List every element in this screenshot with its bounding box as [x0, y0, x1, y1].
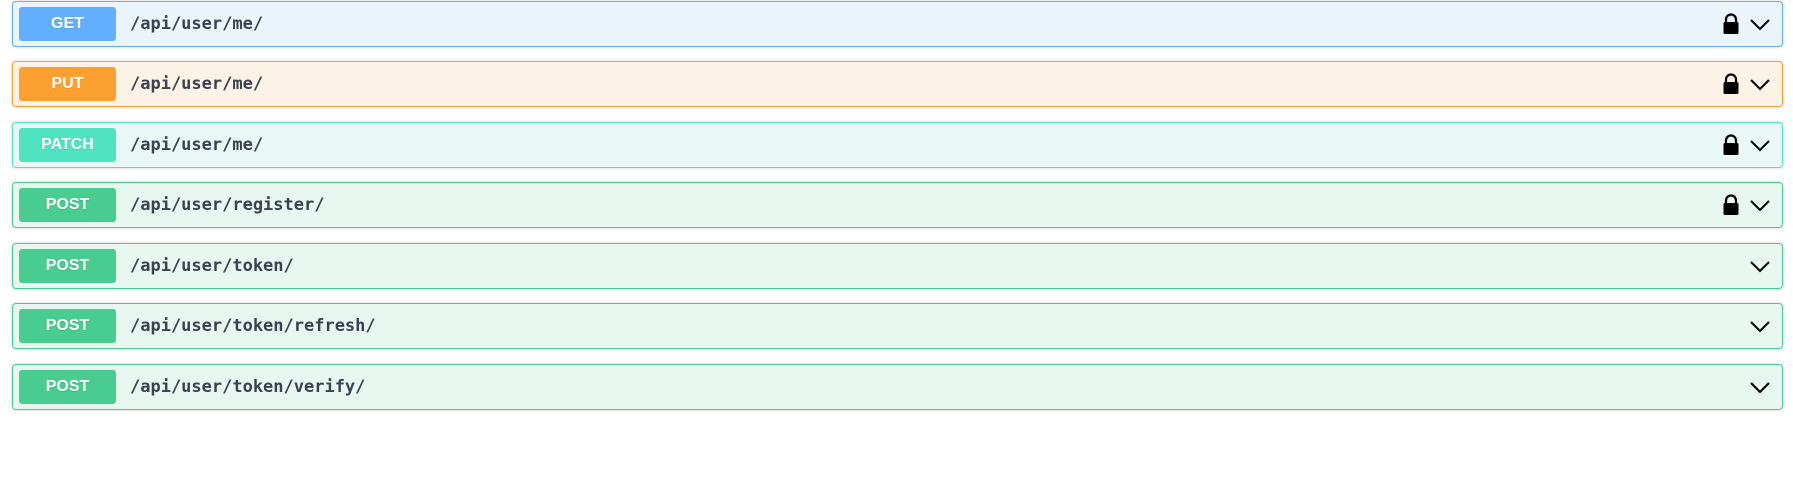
chevron-down-icon[interactable]	[1748, 194, 1772, 216]
chevron-down-icon[interactable]	[1748, 376, 1772, 398]
endpoint-path: /api/user/register/	[130, 195, 325, 215]
operations-list: GET /api/user/me/ PUT /api/user/me/ PATC…	[0, 0, 1793, 478]
method-badge: GET	[19, 7, 116, 41]
lock-icon[interactable]	[1721, 134, 1741, 156]
lock-icon[interactable]	[1721, 194, 1741, 216]
operation-post-user-register[interactable]: POST /api/user/register/	[12, 182, 1783, 228]
operation-put-user-me[interactable]: PUT /api/user/me/	[12, 61, 1783, 107]
operation-get-user-me[interactable]: GET /api/user/me/	[12, 1, 1783, 47]
endpoint-path: /api/user/me/	[130, 74, 264, 94]
operation-patch-user-me[interactable]: PATCH /api/user/me/	[12, 122, 1783, 168]
method-badge: POST	[19, 188, 116, 222]
endpoint-path: /api/user/me/	[130, 14, 264, 34]
method-badge: POST	[19, 370, 116, 404]
operation-post-user-token[interactable]: POST /api/user/token/	[12, 243, 1783, 289]
method-badge: PUT	[19, 67, 116, 101]
chevron-down-icon[interactable]	[1748, 134, 1772, 156]
lock-icon[interactable]	[1721, 13, 1741, 35]
endpoint-path: /api/user/token/refresh/	[130, 316, 376, 336]
operation-post-user-token-verify[interactable]: POST /api/user/token/verify/	[12, 364, 1783, 410]
chevron-down-icon[interactable]	[1748, 73, 1772, 95]
lock-icon[interactable]	[1721, 73, 1741, 95]
method-badge: POST	[19, 249, 116, 283]
chevron-down-icon[interactable]	[1748, 255, 1772, 277]
endpoint-path: /api/user/me/	[130, 135, 264, 155]
chevron-down-icon[interactable]	[1748, 315, 1772, 337]
method-badge: PATCH	[19, 128, 116, 162]
endpoint-path: /api/user/token/	[130, 256, 294, 276]
endpoint-path: /api/user/token/verify/	[130, 377, 366, 397]
operation-post-user-token-refresh[interactable]: POST /api/user/token/refresh/	[12, 303, 1783, 349]
chevron-down-icon[interactable]	[1748, 13, 1772, 35]
method-badge: POST	[19, 309, 116, 343]
